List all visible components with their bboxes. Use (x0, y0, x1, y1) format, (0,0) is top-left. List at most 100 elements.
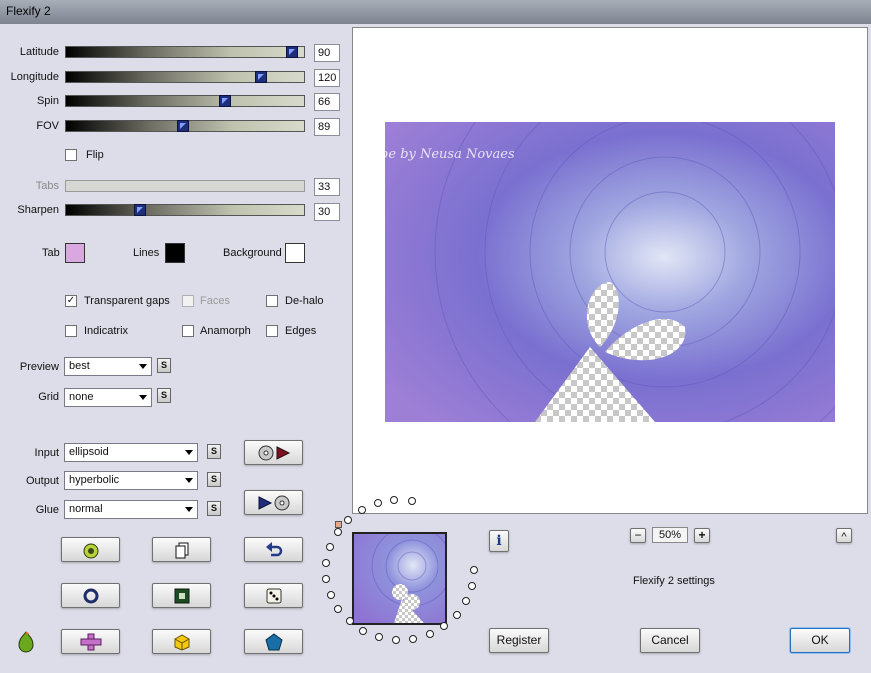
background-color-swatch[interactable] (285, 243, 305, 263)
longitude-label: Longitude (10, 71, 59, 83)
sharpen-slider-thumb[interactable] (133, 204, 146, 216)
navigator-dot (344, 515, 353, 524)
navigator-dot (326, 590, 335, 599)
apple-icon (83, 543, 98, 558)
chevron-down-icon (139, 364, 147, 369)
latitude-label: Latitude (19, 46, 59, 58)
chevron-down-icon (185, 478, 193, 483)
navigator-dot (322, 558, 331, 567)
fov-slider[interactable] (65, 120, 305, 132)
longitude-value[interactable]: 120 (314, 69, 340, 87)
navigator-dot (392, 635, 401, 644)
latitude-value[interactable]: 90 (314, 44, 340, 62)
preview-image (385, 122, 835, 422)
square-icon (174, 588, 189, 603)
preview-panel[interactable]: Tube by Neusa Novaes (352, 27, 868, 514)
square-button[interactable] (152, 583, 211, 608)
lines-color-swatch[interactable] (165, 243, 185, 263)
preview-select-value: best (69, 360, 90, 372)
pentagon-button[interactable] (244, 629, 303, 654)
grid-s-button[interactable]: S (157, 388, 171, 403)
tabs-value[interactable]: 33 (314, 178, 340, 196)
glue-select[interactable]: normal (64, 500, 198, 519)
navigator-dot (425, 630, 434, 638)
flip-checkbox[interactable] (65, 149, 77, 161)
cube-button[interactable] (152, 629, 211, 654)
dehalo-checkbox[interactable] (266, 295, 278, 307)
undo-button[interactable] (244, 537, 303, 562)
input-select[interactable]: ellipsoid (64, 443, 198, 462)
title-bar: Flexify 2 (0, 0, 871, 24)
navigator-thumbnail[interactable] (352, 525, 453, 625)
preview-select[interactable]: best (64, 357, 152, 376)
indicatrix-label: Indicatrix (84, 325, 129, 337)
navigator-dot (322, 574, 331, 583)
info-button[interactable]: i (489, 530, 509, 552)
plus-icon (80, 633, 101, 650)
tab-color-label: Tab (42, 247, 60, 259)
register-button[interactable]: Register (489, 628, 549, 653)
pear-logo-icon (18, 631, 34, 653)
edges-label: Edges (285, 325, 317, 337)
longitude-slider[interactable] (65, 71, 305, 83)
collapse-button[interactable]: ^ (836, 528, 852, 543)
cancel-button[interactable]: Cancel (640, 628, 700, 653)
preview-label: Preview (19, 361, 59, 373)
navigator-dot (326, 542, 334, 551)
flip-label: Flip (86, 149, 104, 161)
cube-icon (174, 633, 189, 651)
spin-value[interactable]: 66 (314, 93, 340, 111)
tabs-slider (65, 180, 305, 192)
input-select-value: ellipsoid (69, 446, 109, 458)
sharpen-slider[interactable] (65, 204, 305, 216)
window-title: Flexify 2 (6, 4, 51, 18)
plus-shape-button[interactable] (61, 629, 120, 654)
output-select[interactable]: hyperbolic (64, 471, 198, 490)
navigator-dot (452, 610, 461, 619)
fov-label: FOV (36, 120, 59, 132)
fov-value[interactable]: 89 (314, 118, 340, 136)
random-apple-button[interactable] (61, 537, 120, 562)
edges-checkbox[interactable] (266, 325, 278, 337)
indicatrix-checkbox[interactable] (65, 325, 77, 337)
longitude-slider-thumb[interactable] (255, 71, 268, 83)
spin-label: Spin (36, 95, 59, 107)
zoom-out-button[interactable]: − (630, 528, 646, 543)
lines-color-label: Lines (133, 247, 160, 259)
navigator-dot (333, 528, 342, 537)
navigator-dot (334, 604, 343, 613)
tab-color-swatch[interactable] (65, 243, 85, 263)
sharpen-value[interactable]: 30 (314, 203, 340, 221)
glue-s-button[interactable]: S (207, 501, 221, 516)
spin-slider-thumb[interactable] (219, 95, 232, 107)
grid-select[interactable]: none (64, 388, 152, 407)
spin-slider[interactable] (65, 95, 305, 107)
latitude-slider[interactable] (65, 46, 305, 58)
preview-s-button[interactable]: S (157, 358, 171, 373)
flaming-pear-logo (13, 629, 39, 658)
navigator-dot (375, 633, 384, 642)
anamorph-checkbox[interactable] (182, 325, 194, 337)
fov-slider-thumb[interactable] (176, 120, 189, 132)
disc-play-icon (258, 445, 290, 460)
navigator-handle[interactable] (335, 521, 342, 528)
input-s-button[interactable]: S (207, 444, 221, 459)
zoom-in-button[interactable]: + (694, 528, 710, 543)
ok-button[interactable]: OK (790, 628, 850, 653)
navigator-dot (462, 597, 471, 606)
navigator-dot (407, 497, 416, 506)
save-output-button[interactable] (244, 490, 303, 515)
circle-button[interactable] (61, 583, 120, 608)
latitude-slider-thumb[interactable] (286, 46, 299, 58)
thumbnail-image (354, 525, 453, 623)
output-label: Output (25, 475, 59, 487)
background-color-label: Background (223, 247, 282, 259)
load-input-button[interactable] (244, 440, 303, 465)
transparent-gaps-checkbox[interactable]: ✓ (65, 295, 77, 307)
dice-button[interactable] (244, 583, 303, 608)
output-s-button[interactable]: S (207, 472, 221, 487)
copy-button[interactable] (152, 537, 211, 562)
copy-icon (175, 542, 188, 558)
watermark-text: Tube by Neusa Novaes (363, 147, 515, 162)
navigator-dot (359, 626, 368, 635)
